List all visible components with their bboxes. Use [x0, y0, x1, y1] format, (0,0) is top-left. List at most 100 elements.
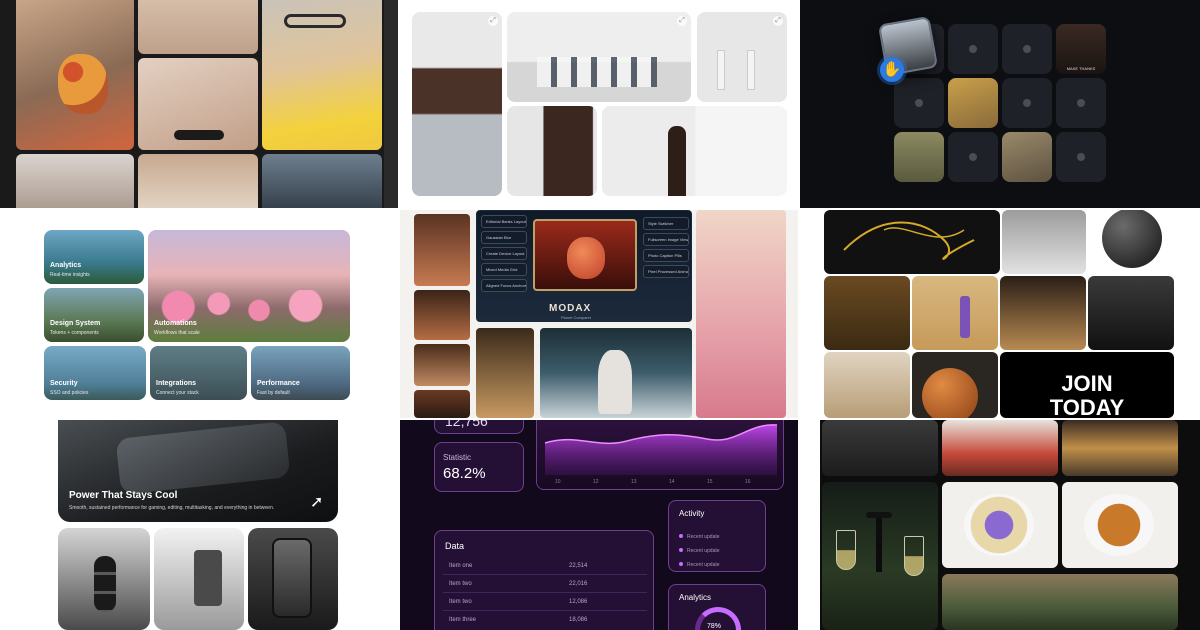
- photo-profile[interactable]: [602, 106, 787, 196]
- photo-pizza[interactable]: [16, 0, 134, 150]
- expand-icon[interactable]: ⤢: [488, 16, 498, 26]
- control-pill[interactable]: Aligned Focus Anchors: [481, 279, 527, 292]
- basketball-orange: [922, 368, 978, 418]
- photo-phone-stand[interactable]: [154, 528, 244, 630]
- card-performance[interactable]: Performance Fast by default: [251, 346, 350, 400]
- table-row[interactable]: Item two 12,086: [443, 595, 647, 611]
- photo-hair[interactable]: [138, 0, 258, 54]
- control-pill[interactable]: Create Device Layout: [481, 247, 527, 260]
- card-automations[interactable]: Automations Workflows that scale: [148, 230, 350, 342]
- photo-pink-fur[interactable]: [696, 210, 786, 418]
- row-value: 22,016: [569, 581, 588, 587]
- empty-dot: [969, 153, 977, 161]
- scrollbar[interactable]: [384, 0, 398, 208]
- photo-face-closeup[interactable]: [507, 106, 597, 196]
- fashion-collage-panel: [0, 0, 398, 208]
- grid-cell[interactable]: [894, 78, 944, 128]
- photo-woman-3[interactable]: [414, 390, 470, 418]
- activity-card: Activity Recent update Recent update Rec…: [668, 500, 766, 572]
- card-title: Design System: [50, 320, 101, 327]
- x-tick: 15: [707, 479, 713, 485]
- rice-plate: [1084, 494, 1154, 556]
- photo-yellow-jacket[interactable]: [262, 0, 382, 150]
- photo-wine[interactable]: [822, 482, 938, 630]
- photo-woman-1[interactable]: [414, 290, 470, 340]
- photo-villa[interactable]: [942, 574, 1178, 630]
- photo-camera-back[interactable]: [58, 528, 150, 630]
- x-tick: 13: [631, 479, 637, 485]
- camera-lenses: [94, 556, 116, 612]
- photo-portrait[interactable]: [16, 154, 134, 208]
- empty-dot: [969, 45, 977, 53]
- grid-cell-photo[interactable]: [1002, 132, 1052, 182]
- grid-cell[interactable]: [1002, 24, 1052, 74]
- photo-shooter[interactable]: [1002, 210, 1086, 274]
- top-metric-value: 12,756: [445, 420, 488, 429]
- card-analytics[interactable]: Analytics Real-time insights: [44, 230, 144, 284]
- figure-1: [717, 50, 725, 90]
- photo-phone-hand[interactable]: [248, 528, 338, 630]
- bullet-icon: [679, 548, 683, 552]
- grid-cell[interactable]: [1056, 78, 1106, 128]
- analytics-title: Analytics: [679, 593, 712, 602]
- card-title: Performance: [257, 380, 300, 387]
- photo-pasta[interactable]: [942, 482, 1058, 568]
- photo-ball-closeup[interactable]: [912, 352, 998, 418]
- photo-ball[interactable]: [1090, 210, 1174, 274]
- grid-cell[interactable]: [1056, 132, 1106, 182]
- sunglasses: [284, 14, 346, 28]
- photo-woman-4[interactable]: [476, 328, 534, 418]
- divider: [0, 208, 1200, 210]
- photo-hoop[interactable]: [824, 276, 910, 350]
- x-tick: 10: [555, 479, 561, 485]
- expand-icon[interactable]: ⤢: [677, 16, 687, 26]
- photo-portrait-bw[interactable]: [1088, 276, 1174, 350]
- card-design-system[interactable]: Design System Tokens + components: [44, 288, 144, 342]
- center-artwork[interactable]: [533, 219, 637, 291]
- photo-singer[interactable]: [414, 214, 470, 286]
- control-pill[interactable]: Fullscreen Image Viewer: [643, 233, 689, 246]
- control-pill[interactable]: Editorial Banks Layout: [481, 215, 527, 228]
- divider: [0, 418, 1200, 420]
- photo-interior[interactable]: [942, 420, 1058, 476]
- activity-title: Activity: [679, 509, 705, 518]
- x-tick: 12: [593, 479, 599, 485]
- photo-rice[interactable]: [1062, 482, 1178, 568]
- expand-icon[interactable]: ⤢: [773, 16, 783, 26]
- portrait-gallery-panel: ⤢ ⤢ ⤢: [400, 0, 798, 208]
- control-pill[interactable]: Style Switcher: [643, 217, 689, 230]
- grid-cell[interactable]: [948, 132, 998, 182]
- photo-shoes[interactable]: [824, 210, 1000, 274]
- table-row[interactable]: Item two 22,016: [443, 577, 647, 593]
- photo-blond[interactable]: [138, 154, 258, 208]
- photo-window[interactable]: [1062, 420, 1178, 476]
- join-block[interactable]: JOIN TODAY: [1000, 352, 1174, 418]
- card-security[interactable]: Security SSO and policies: [44, 346, 146, 400]
- card-subtitle: Fast by default: [257, 390, 290, 396]
- photo-sitting[interactable]: [824, 352, 910, 418]
- chart-card: 10 12 13 14 15 16: [536, 420, 784, 490]
- photo-sunglasses-woman[interactable]: [138, 58, 258, 150]
- grid-cell-photo[interactable]: MAKE THANKS: [1056, 24, 1106, 74]
- photo-woman-2[interactable]: [414, 344, 470, 386]
- photo-snow-woman[interactable]: [540, 328, 692, 418]
- table-row[interactable]: Item one 22,514: [443, 559, 647, 575]
- control-pill[interactable]: Pixel Processed Animations: [643, 265, 689, 278]
- photo-group-sitting[interactable]: ⤢: [507, 12, 691, 102]
- photo-court-1[interactable]: [912, 276, 998, 350]
- grid-cell-photo[interactable]: [948, 78, 998, 128]
- photo-hoodie-man[interactable]: ⤢: [412, 12, 502, 196]
- activity-item[interactable]: Recent update: [679, 553, 720, 571]
- grid-cell-photo[interactable]: [894, 132, 944, 182]
- photo-goggles[interactable]: [262, 154, 382, 208]
- card-integrations[interactable]: Integrations Connect your stack: [150, 346, 247, 400]
- table-row[interactable]: Item three 18,086: [443, 613, 647, 629]
- photo-two-standing[interactable]: ⤢: [697, 12, 787, 102]
- grid-cell[interactable]: [948, 24, 998, 74]
- grid-cell[interactable]: [1002, 78, 1052, 128]
- control-pill[interactable]: Mixed Media Grid: [481, 263, 527, 276]
- control-pill[interactable]: Photo Caption Pills: [643, 249, 689, 262]
- control-pill[interactable]: Gaussian Blur: [481, 231, 527, 244]
- photo-building[interactable]: [822, 420, 938, 476]
- photo-court-2[interactable]: [1000, 276, 1086, 350]
